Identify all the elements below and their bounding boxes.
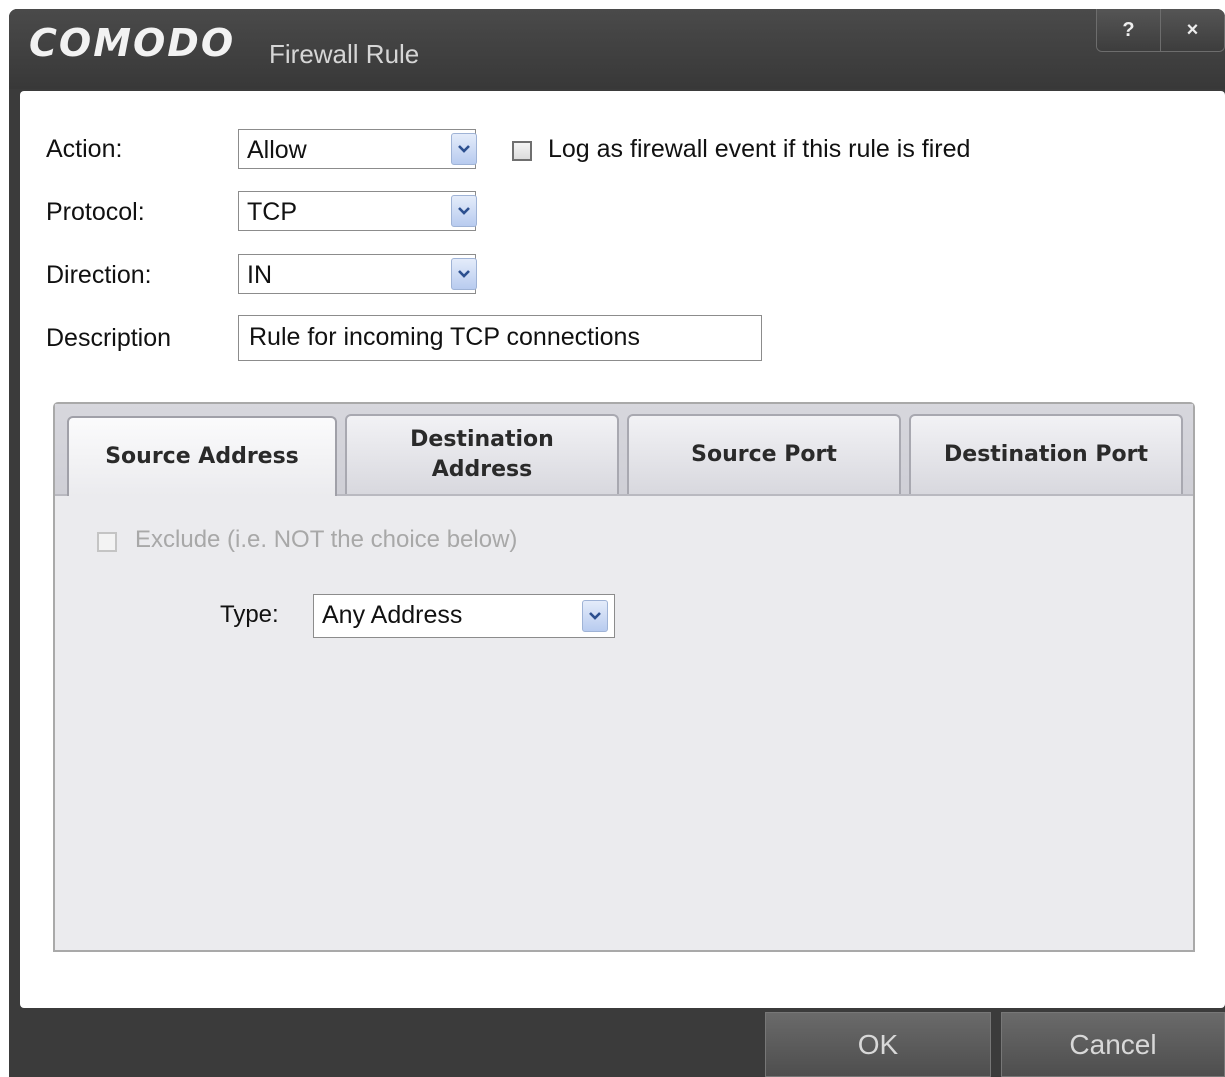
tab-destination-address-label: Destination Address — [410, 427, 554, 482]
direction-dropdown-arrow-icon[interactable] — [451, 258, 477, 290]
exclude-checkbox[interactable] — [97, 532, 117, 552]
tab-source-port-label: Source Port — [691, 442, 837, 467]
log-event-label: Log as firewall event if this rule is fi… — [548, 135, 971, 163]
action-dropdown[interactable]: Allow — [238, 129, 476, 169]
log-event-checkbox[interactable] — [512, 141, 532, 161]
cancel-button[interactable]: Cancel — [1001, 1012, 1225, 1077]
action-label: Action: — [46, 135, 123, 163]
protocol-dropdown[interactable]: TCP — [238, 191, 476, 231]
tab-destination-port[interactable]: Destination Port — [909, 414, 1183, 494]
tab-destination-port-label: Destination Port — [944, 442, 1148, 467]
direction-label: Direction: — [46, 261, 152, 289]
tab-destination-address[interactable]: Destination Address — [345, 414, 619, 494]
tab-source-address[interactable]: Source Address — [67, 416, 337, 496]
tab-source-port[interactable]: Source Port — [627, 414, 901, 494]
action-value: Allow — [247, 136, 307, 164]
title-bar: COMODO Firewall Rule ? × — [9, 9, 1225, 89]
ok-button[interactable]: OK — [765, 1012, 991, 1077]
direction-dropdown[interactable]: IN — [238, 254, 476, 294]
help-button[interactable]: ? — [1097, 9, 1160, 51]
direction-value: IN — [247, 261, 272, 289]
dialog-content: Action: Allow Log as firewall event if t… — [20, 91, 1225, 1008]
action-dropdown-arrow-icon[interactable] — [451, 133, 477, 165]
type-dropdown[interactable]: Any Address — [313, 594, 615, 638]
protocol-dropdown-arrow-icon[interactable] — [451, 195, 477, 227]
address-port-tab-panel: Source Address Destination Address Source… — [53, 402, 1195, 952]
protocol-value: TCP — [247, 198, 297, 226]
type-dropdown-arrow-icon[interactable] — [582, 600, 608, 632]
type-value: Any Address — [322, 601, 463, 629]
description-input[interactable]: Rule for incoming TCP connections — [238, 315, 762, 361]
firewall-rule-window: COMODO Firewall Rule ? × Action: Allow L… — [9, 9, 1225, 1077]
protocol-label: Protocol: — [46, 198, 145, 226]
window-title: Firewall Rule — [269, 39, 420, 69]
tab-source-address-label: Source Address — [105, 444, 299, 469]
exclude-label: Exclude (i.e. NOT the choice below) — [135, 526, 518, 553]
close-button[interactable]: × — [1160, 9, 1224, 51]
title-bar-buttons: ? × — [1096, 9, 1225, 52]
comodo-logo: COMODO — [29, 21, 236, 65]
description-label: Description — [46, 324, 172, 352]
type-label: Type: — [220, 601, 279, 628]
